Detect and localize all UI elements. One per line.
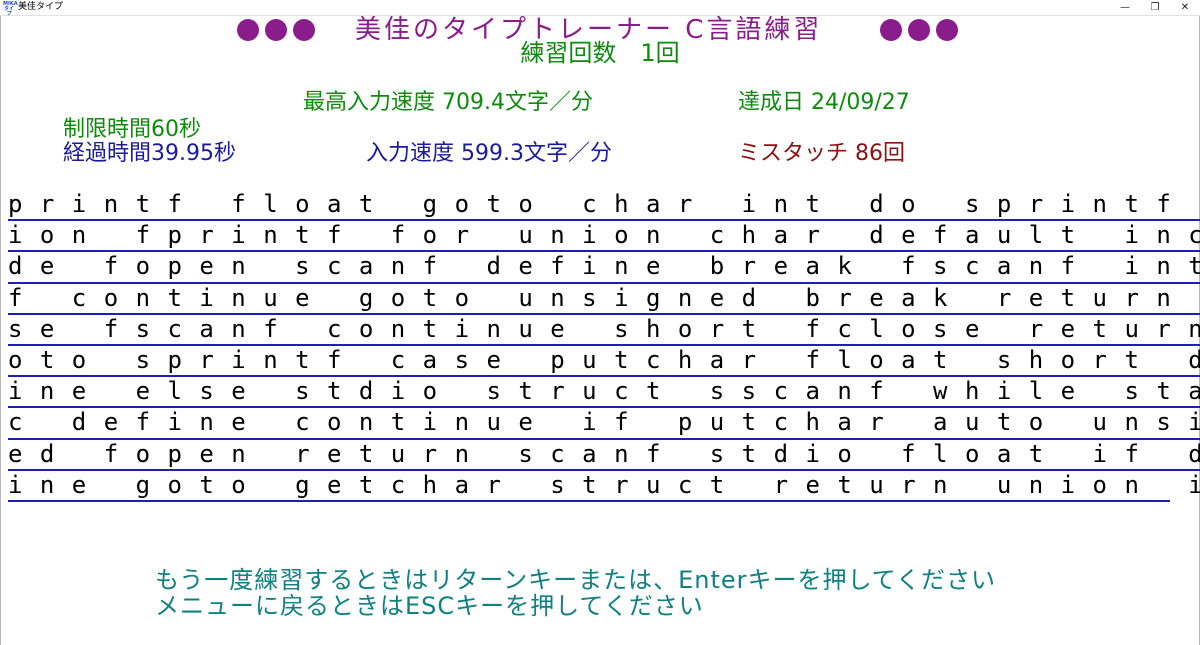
typing-line: p r i n t f f l o a t g o t o c h a r i … (8, 190, 1200, 222)
retry-message: もう一度練習するときはリターンキーまたは、Enterキーを押してください (155, 566, 997, 594)
typing-line: i n e e l s e s t d i o s t r u c t s s … (8, 377, 1200, 409)
typing-line: d e f o p e n s c a n f d e f i n e b r … (8, 252, 1200, 284)
input-speed: 入力速度 599.3文字／分 (366, 141, 612, 166)
mistouch-count: ミスタッチ 86回 (738, 141, 905, 166)
best-speed: 最高入力速度 709.4文字／分 (303, 90, 593, 115)
minimize-button[interactable]: — (1110, 0, 1140, 15)
close-button[interactable]: ✕ (1170, 0, 1200, 15)
typing-line: f c o n t i n u e g o t o u n s i g n e … (8, 284, 1200, 315)
typing-line: e d f o p e n r e t u r n s c a n f s t … (8, 440, 1200, 471)
window-border-left (0, 16, 1, 645)
app-icon: MIKA タイプ (3, 1, 18, 17)
menu-message: メニューに戻るときはESCキーを押してください (155, 592, 704, 620)
maximize-button[interactable]: ❐ (1140, 0, 1170, 15)
achieved-date: 達成日 24/09/27 (738, 90, 910, 115)
typing-line: i o n f p r i n t f f o r u n i o n c h … (8, 221, 1200, 253)
typing-line: i n e g o t o g e t c h a r s t r u c t … (8, 471, 1200, 502)
typing-text-area[interactable]: p r i n t f f l o a t g o t o c h a r i … (8, 190, 1200, 502)
typing-line: c d e f i n e c o n t i n u e i f p u t … (8, 408, 1200, 440)
practice-count: 練習回数 1回 (520, 39, 680, 67)
typing-line: s e f s c a n f c o n t i n u e s h o r … (8, 315, 1200, 346)
window-title: 美佳タイプ (18, 2, 64, 12)
elapsed-time: 経過時間39.95秒 (63, 141, 236, 166)
typing-line: o t o s p r i n t f c a s e p u t c h a … (8, 346, 1200, 378)
